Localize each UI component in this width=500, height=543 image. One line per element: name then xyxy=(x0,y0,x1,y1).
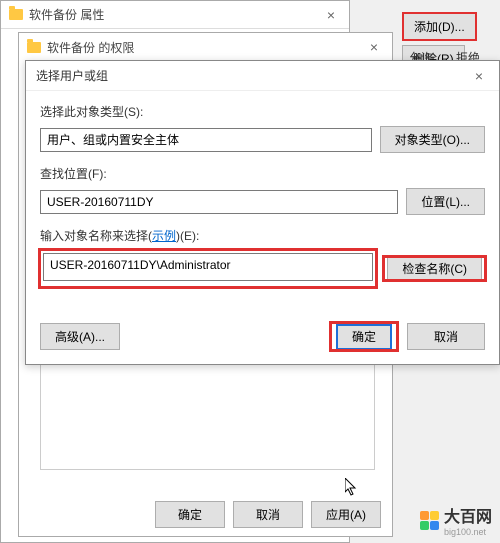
close-icon[interactable]: × xyxy=(321,7,341,23)
check-name-button[interactable]: 检查名称(C) xyxy=(387,257,482,281)
perm-apply-button[interactable]: 应用(A) xyxy=(311,501,381,528)
object-name-highlight xyxy=(40,250,376,287)
dialog-title: 选择用户或组 xyxy=(36,67,108,84)
permissions-bottom-buttons: 确定 取消 应用(A) xyxy=(18,501,393,528)
cancel-button[interactable]: 取消 xyxy=(407,323,485,350)
add-button[interactable]: 添加(D)... xyxy=(402,12,477,41)
location-button[interactable]: 位置(L)... xyxy=(406,188,485,215)
watermark-url: big100.net xyxy=(444,527,492,537)
properties-titlebar: 软件备份 属性 × xyxy=(1,1,349,29)
object-name-input[interactable] xyxy=(43,253,373,281)
folder-icon xyxy=(9,9,23,20)
close-icon[interactable]: × xyxy=(469,68,489,84)
watermark-text: 大百网 xyxy=(444,503,492,527)
object-name-label: 输入对象名称来选择(示例)(E): xyxy=(40,227,485,244)
ok-highlight: 确定 xyxy=(331,323,397,350)
check-name-highlight: 检查名称(C) xyxy=(384,257,485,280)
watermark-logo-icon xyxy=(420,510,440,530)
object-type-input xyxy=(40,128,372,152)
object-type-button[interactable]: 对象类型(O)... xyxy=(380,126,485,153)
close-icon[interactable]: × xyxy=(364,39,384,55)
example-link[interactable]: 示例 xyxy=(152,229,176,243)
watermark: 大百网 big100.net xyxy=(420,503,492,537)
permissions-titlebar: 软件备份 的权限 × xyxy=(19,33,392,61)
permissions-title: 软件备份 的权限 xyxy=(47,39,134,56)
folder-icon xyxy=(27,42,41,53)
object-type-label: 选择此对象类型(S): xyxy=(40,103,485,120)
location-input xyxy=(40,190,398,214)
advanced-button[interactable]: 高级(A)... xyxy=(40,323,120,350)
dialog-titlebar: 选择用户或组 × xyxy=(26,61,499,91)
select-user-dialog: 选择用户或组 × 选择此对象类型(S): 对象类型(O)... 查找位置(F):… xyxy=(25,60,500,365)
perm-cancel-button[interactable]: 取消 xyxy=(233,501,303,528)
perm-ok-button[interactable]: 确定 xyxy=(155,501,225,528)
properties-title: 软件备份 属性 xyxy=(29,6,104,23)
location-label: 查找位置(F): xyxy=(40,165,485,182)
ok-button[interactable]: 确定 xyxy=(336,324,392,350)
